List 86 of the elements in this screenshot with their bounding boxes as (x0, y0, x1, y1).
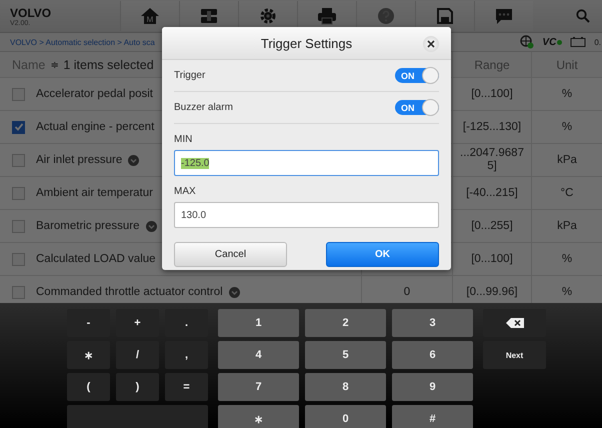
globe-icon (520, 35, 534, 49)
help-icon (377, 7, 395, 25)
column-header: Range (474, 58, 510, 72)
field-label: MIN (174, 134, 194, 145)
key[interactable]: 2 (305, 309, 386, 337)
battery-icon (570, 37, 586, 47)
key[interactable]: 5 (305, 341, 386, 369)
vci-logo: VC (542, 36, 562, 48)
sort-icon[interactable]: ≑ (50, 58, 58, 70)
cancel-button[interactable]: Cancel (174, 242, 287, 267)
parameter-name: Calculated LOAD value (36, 253, 156, 265)
search-icon[interactable] (576, 9, 590, 23)
toggle-label: Trigger (174, 70, 206, 81)
key[interactable]: ) (116, 373, 159, 401)
table-cell-text: [-125...130] (462, 120, 522, 134)
backspace-icon (506, 318, 524, 328)
table-cell: % (562, 253, 572, 265)
key[interactable]: 8 (305, 373, 386, 401)
checkbox[interactable] (12, 88, 25, 100)
toggle-label: Buzzer alarm (174, 102, 233, 113)
key[interactable]: = (165, 373, 208, 401)
table-cell-text: [0...99.96] (465, 286, 519, 298)
checkbox[interactable] (12, 154, 25, 166)
key[interactable]: / (116, 341, 159, 369)
printer-icon (317, 7, 337, 25)
table-cell: °C (560, 187, 574, 199)
chat-icon (494, 7, 514, 25)
checkbox[interactable] (12, 186, 25, 200)
checkbox[interactable] (12, 286, 25, 298)
key[interactable]: 3 (392, 309, 473, 337)
checkbox[interactable] (12, 220, 25, 232)
table-cell-text: ...2047.96875] (459, 147, 525, 173)
gear-icon (259, 7, 277, 25)
save-icon (436, 7, 454, 25)
key[interactable]: ( (67, 373, 110, 401)
battery-voltage: 0. (594, 38, 601, 46)
parameter-name: Barometric pressure (36, 220, 140, 232)
selection-count: 1 items selected (63, 58, 154, 72)
key[interactable]: - (67, 309, 110, 337)
table-cell: 0 (404, 286, 410, 298)
ok-button[interactable]: OK (326, 242, 439, 267)
key[interactable]: ∗ (218, 405, 299, 428)
table-cell-text: [0...100] (470, 88, 514, 100)
toggle-switch[interactable]: ON (395, 68, 439, 83)
key[interactable]: 0 (305, 405, 386, 428)
input-field[interactable]: 130.0 (174, 202, 439, 228)
parameter-name: Accelerator pedal posit (36, 88, 153, 100)
next-key[interactable]: Next (483, 341, 546, 369)
dialog-title: Trigger Settings (260, 36, 352, 50)
chevron-circle-icon[interactable] (128, 154, 140, 166)
table-cell: kPa (557, 154, 577, 166)
parameter-name: Actual engine - percent (36, 121, 154, 133)
table-cell: % (562, 121, 572, 133)
key[interactable]: 7 (218, 373, 299, 401)
table-cell: % (562, 286, 572, 298)
key[interactable]: + (116, 309, 159, 337)
home-button[interactable]: M (120, 1, 179, 31)
table-cell-text: [-40...215] (465, 186, 519, 200)
key[interactable]: 4 (218, 341, 299, 369)
table-cell: % (562, 88, 572, 100)
parameter-name: Air inlet pressure (36, 154, 122, 166)
close-icon (427, 40, 435, 48)
key[interactable]: , (165, 341, 208, 369)
brand-name: VOLVO (10, 6, 52, 20)
key[interactable]: ∗ (67, 341, 110, 369)
field-label: MAX (174, 186, 197, 197)
checkbox[interactable] (12, 120, 25, 134)
key[interactable]: 1 (218, 309, 299, 337)
house-icon: M (140, 7, 160, 25)
chevron-circle-icon[interactable] (146, 220, 157, 232)
input-field[interactable]: -125.0 (174, 150, 439, 176)
column-header: Unit (556, 58, 578, 72)
table-cell: kPa (557, 220, 577, 232)
chevron-circle-icon[interactable] (228, 286, 240, 298)
toggle-switch[interactable]: ON (395, 100, 439, 115)
key[interactable]: 6 (392, 341, 473, 369)
key[interactable]: # (392, 405, 473, 428)
parameter-name: Ambient air temperatur (36, 187, 153, 199)
checkbox[interactable] (12, 252, 25, 266)
table-cell-text: [0...100] (470, 252, 514, 266)
parameter-name: Commanded throttle actuator control (36, 286, 223, 298)
table-cell-text: [0...255] (470, 220, 514, 232)
key[interactable]: 9 (392, 373, 473, 401)
close-button[interactable] (423, 36, 439, 52)
connector-icon (199, 7, 219, 25)
key[interactable]: . (165, 309, 208, 337)
